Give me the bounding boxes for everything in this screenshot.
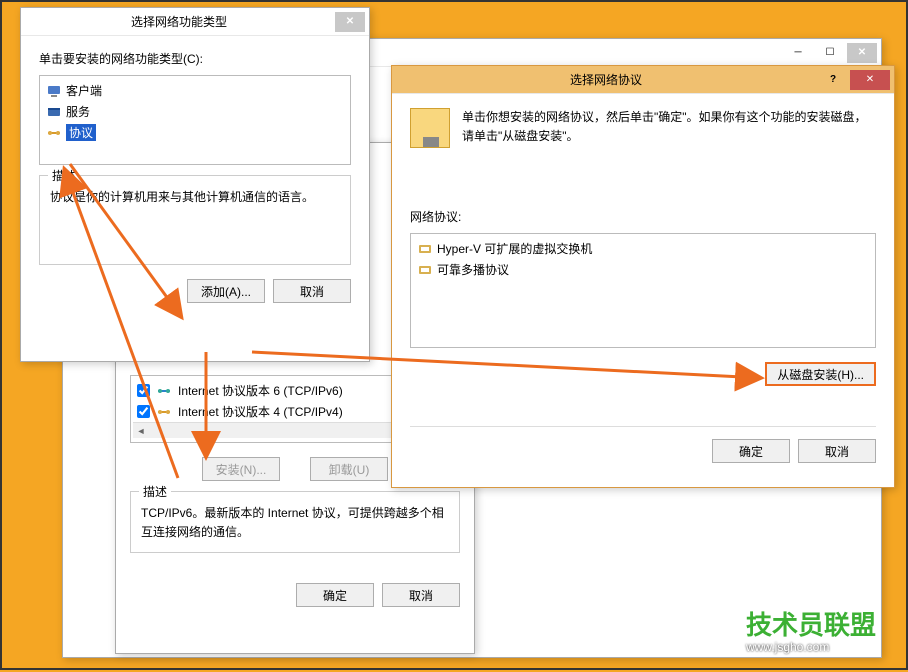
description-group: 描述 TCP/IPv6。最新版本的 Internet 协议，可提供跨越多个相互连… — [130, 491, 460, 553]
protocol-icon — [46, 125, 62, 141]
help-button[interactable]: ? — [818, 70, 848, 90]
description-text: 协议是你的计算机用来与其他计算机通信的语言。 — [50, 188, 340, 254]
client-icon — [46, 83, 62, 99]
service-icon — [46, 104, 62, 120]
maximize-button[interactable]: ☐ — [815, 43, 845, 63]
close-button[interactable]: ✕ — [335, 12, 365, 32]
adapter-icon — [417, 262, 433, 278]
watermark-url: www.jsgho.com — [746, 640, 876, 654]
client-item[interactable]: 客户端 — [42, 80, 348, 101]
select-protocol-dialog: 选择网络协议 ? ✕ 单击你想安装的网络协议，然后单击"确定"。如果你有这个功能… — [391, 65, 895, 488]
client-label: 客户端 — [66, 82, 102, 99]
feature-type-listbox[interactable]: 客户端 服务 协议 — [39, 75, 351, 165]
install-from-disk-button[interactable]: 从磁盘安装(H)... — [765, 362, 876, 386]
protocol-icon — [156, 383, 172, 399]
instruction-text: 单击你想安装的网络协议，然后单击"确定"。如果你有这个功能的安装磁盘，请单击"从… — [462, 108, 876, 148]
select-protocol-titlebar[interactable]: 选择网络协议 ? ✕ — [392, 66, 894, 94]
watermark-main: 技术员联盟 — [746, 610, 876, 640]
service-item[interactable]: 服务 — [42, 101, 348, 122]
ipv6-label: Internet 协议版本 6 (TCP/IPv6) — [178, 382, 343, 399]
cancel-button[interactable]: 取消 — [798, 439, 876, 463]
description-group: 描述 协议是你的计算机用来与其他计算机通信的语言。 — [39, 175, 351, 265]
close-button[interactable]: ✕ — [850, 70, 890, 90]
description-legend: 描述 — [139, 483, 171, 500]
uninstall-button[interactable]: 卸载(U) — [310, 457, 388, 481]
protocol-label: 协议 — [66, 124, 96, 141]
cancel-button[interactable]: 取消 — [273, 279, 351, 303]
feature-type-title: 选择网络功能类型 — [25, 13, 333, 30]
hyperv-label: Hyper-V 可扩展的虚拟交换机 — [437, 240, 592, 257]
protocol-icon — [156, 404, 172, 420]
watermark: 技术员联盟 www.jsgho.com — [746, 605, 876, 654]
add-button[interactable]: 添加(A)... — [187, 279, 265, 303]
ipv4-checkbox[interactable] — [137, 405, 150, 418]
ok-button[interactable]: 确定 — [712, 439, 790, 463]
service-label: 服务 — [66, 103, 90, 120]
hyperv-item[interactable]: Hyper-V 可扩展的虚拟交换机 — [413, 238, 873, 259]
protocol-listbox[interactable]: Hyper-V 可扩展的虚拟交换机 可靠多播协议 — [410, 233, 876, 348]
multicast-item[interactable]: 可靠多播协议 — [413, 259, 873, 280]
protocol-list-label: 网络协议: — [410, 208, 876, 225]
cancel-button[interactable]: 取消 — [382, 583, 460, 607]
multicast-label: 可靠多播协议 — [437, 261, 509, 278]
close-button[interactable]: ✕ — [847, 43, 877, 63]
protocol-item[interactable]: 协议 — [42, 122, 348, 143]
installer-icon — [410, 108, 450, 148]
feature-type-titlebar[interactable]: 选择网络功能类型 ✕ — [21, 8, 369, 36]
adapter-icon — [417, 241, 433, 257]
install-button[interactable]: 安装(N)... — [202, 457, 280, 481]
description-text: TCP/IPv6。最新版本的 Internet 协议，可提供跨越多个相互连接网络… — [141, 504, 449, 542]
ok-button[interactable]: 确定 — [296, 583, 374, 607]
ipv6-checkbox[interactable] — [137, 384, 150, 397]
feature-type-dialog: 选择网络功能类型 ✕ 单击要安装的网络功能类型(C): 客户端 服务 — [20, 7, 370, 362]
ipv4-label: Internet 协议版本 4 (TCP/IPv4) — [178, 403, 343, 420]
description-legend: 描述 — [48, 167, 80, 184]
feature-type-subtitle: 单击要安装的网络功能类型(C): — [39, 50, 351, 67]
minimize-button[interactable]: ─ — [783, 43, 813, 63]
select-protocol-title: 选择网络协议 — [396, 71, 816, 88]
scroll-left-icon[interactable]: ◄ — [133, 423, 149, 439]
